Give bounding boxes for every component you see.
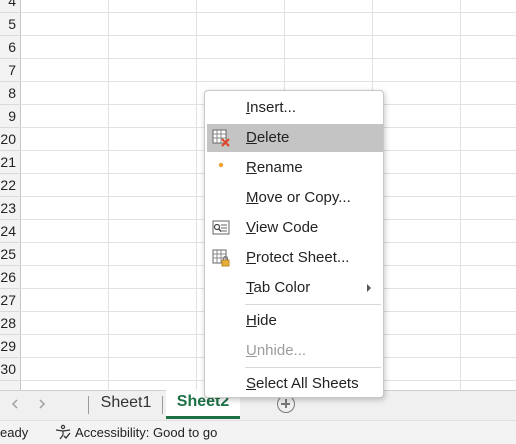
row-number[interactable]: 6 (0, 36, 20, 59)
menu-item-tab-color[interactable]: Tab Color (207, 274, 383, 302)
row-number[interactable]: 27 (0, 289, 20, 312)
row-number[interactable]: 30 (0, 358, 20, 381)
row-number[interactable]: 23 (0, 197, 20, 220)
scroll-left-icon[interactable] (10, 399, 20, 409)
menu-item-rename[interactable]: Rename (207, 154, 383, 182)
row-number[interactable]: 5 (0, 13, 20, 36)
tab-separator (88, 396, 89, 414)
row-number[interactable]: 29 (0, 335, 20, 358)
grid-line (196, 0, 197, 390)
row-number[interactable]: 28 (0, 312, 20, 335)
row-number[interactable]: 24 (0, 220, 20, 243)
menu-item-move-or-copy[interactable]: Move or Copy... (207, 184, 383, 212)
menu-separator (245, 367, 381, 368)
grid-line (20, 35, 516, 36)
menu-item-label: Select All Sheets (246, 375, 359, 392)
scroll-right-icon[interactable] (37, 399, 47, 409)
row-number[interactable]: 9 (0, 105, 20, 128)
status-bar: eady Accessibility: Good to go (0, 420, 516, 444)
menu-item-unhide: Unhide... (207, 337, 383, 365)
row-number[interactable]: 8 (0, 82, 20, 105)
menu-item-delete[interactable]: Delete (207, 124, 383, 152)
row-header-column: 4 5 6 7 8 9 20 21 22 23 24 25 26 27 28 2… (0, 0, 21, 390)
menu-item-label: Delete (246, 129, 290, 146)
tab-separator (162, 396, 163, 414)
menu-item-label: Rename (246, 159, 303, 176)
menu-item-label: Move or Copy... (246, 189, 351, 206)
accessibility-status-text[interactable]: Accessibility: Good to go (75, 425, 217, 440)
row-number[interactable]: 25 (0, 243, 20, 266)
tab-sheet1[interactable]: Sheet1 (92, 391, 160, 417)
grid-line (20, 81, 516, 82)
row-number[interactable]: 20 (0, 128, 20, 151)
menu-separator (245, 304, 381, 305)
sheet-tab-context-menu: Insert... Delete Rename Move or Copy... (204, 90, 384, 398)
menu-item-hide[interactable]: Hide (207, 307, 383, 335)
menu-item-label: Hide (246, 312, 277, 329)
row-number[interactable]: 22 (0, 174, 20, 197)
accessibility-check-icon[interactable] (54, 424, 72, 440)
row-number[interactable]: 4 (0, 0, 20, 13)
protect-sheet-icon (212, 249, 230, 267)
menu-item-label: Protect Sheet... (246, 249, 350, 266)
row-number[interactable]: 21 (0, 151, 20, 174)
menu-item-label: View Code (246, 219, 319, 236)
grid-line (20, 58, 516, 59)
dot-indicator-icon (218, 162, 224, 168)
menu-item-insert[interactable]: Insert... (207, 94, 383, 122)
grid-line (460, 0, 461, 390)
menu-item-label: Unhide... (246, 342, 307, 359)
row-number[interactable]: 7 (0, 59, 20, 82)
grid-line (108, 0, 109, 390)
menu-item-label: Insert... (246, 99, 297, 116)
row-number[interactable]: 26 (0, 266, 20, 289)
view-code-icon (212, 220, 230, 235)
menu-item-label: Tab Color (246, 279, 311, 296)
menu-item-view-code[interactable]: View Code (207, 214, 383, 242)
submenu-arrow-icon (367, 284, 371, 292)
grid-line (20, 12, 516, 13)
delete-sheet-icon (212, 129, 230, 147)
menu-item-select-all-sheets[interactable]: Select All Sheets (207, 370, 383, 398)
menu-item-protect-sheet[interactable]: Protect Sheet... (207, 244, 383, 272)
status-ready-text: eady (0, 425, 29, 440)
